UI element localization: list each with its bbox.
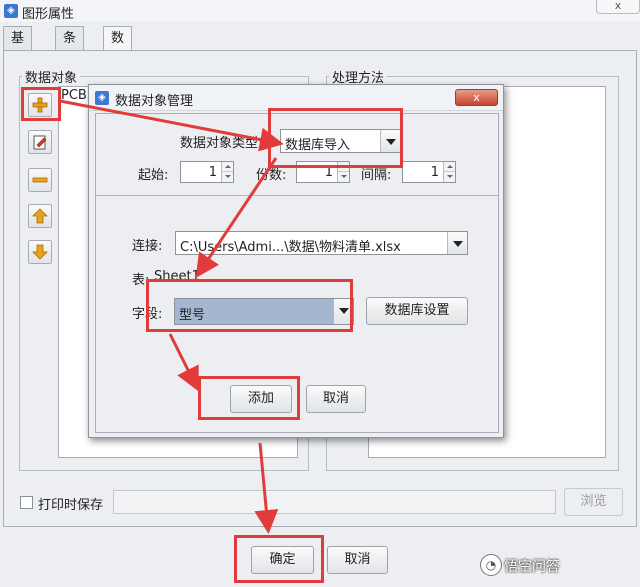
- arrow-to-field: [195, 157, 278, 278]
- annotation-arrows: [59, 99, 284, 534]
- watermark-logo: ◔: [480, 554, 502, 576]
- arrow-to-add: [168, 333, 199, 392]
- arrow-to-ok: [254, 442, 279, 534]
- arrow-to-type: [59, 99, 284, 152]
- watermark-text: 悟空问答: [504, 559, 560, 575]
